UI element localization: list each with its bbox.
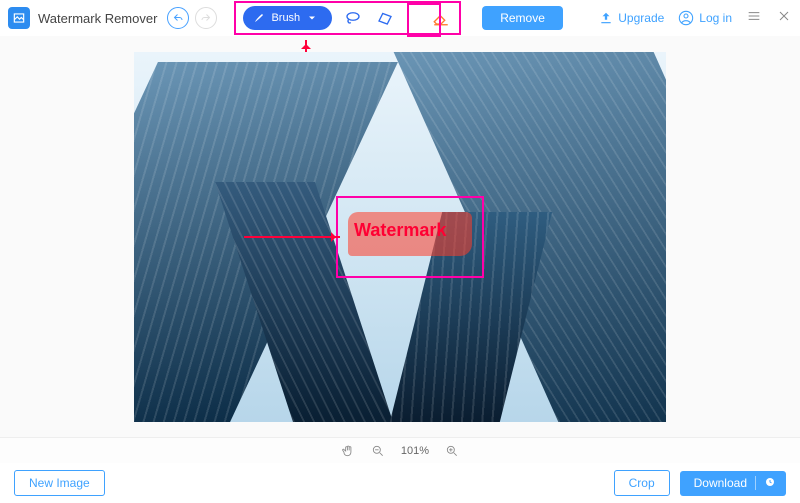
polygon-icon	[376, 9, 394, 27]
zoom-in-button[interactable]	[445, 444, 459, 458]
polygon-tool-button[interactable]	[374, 7, 396, 29]
brush-icon	[253, 12, 265, 24]
zoom-bar: 101%	[0, 437, 800, 463]
app-logo	[8, 7, 30, 29]
login-link[interactable]: Log in	[678, 10, 732, 26]
redo-button[interactable]	[195, 7, 217, 29]
upload-icon	[599, 11, 613, 25]
upgrade-label: Upgrade	[618, 11, 664, 25]
clock-icon	[764, 476, 776, 488]
close-window-button[interactable]	[776, 8, 792, 29]
eraser-icon	[432, 9, 450, 27]
image-canvas[interactable]: Watermark	[134, 52, 666, 422]
eraser-tool-button[interactable]	[430, 7, 452, 29]
annotation-watermark-box	[336, 196, 484, 278]
remove-button[interactable]: Remove	[482, 6, 563, 30]
brush-tool-button[interactable]: Brush	[243, 6, 332, 30]
zoom-value: 101%	[401, 445, 429, 457]
download-dropdown-toggle[interactable]	[764, 476, 776, 491]
annotation-arrow-to-watermark	[244, 236, 340, 238]
hand-icon	[341, 444, 355, 458]
app-title: Watermark Remover	[38, 11, 157, 26]
zoom-out-icon	[371, 444, 385, 458]
crop-button[interactable]: Crop	[614, 470, 670, 496]
zoom-out-button[interactable]	[371, 444, 385, 458]
user-icon	[678, 10, 694, 26]
lasso-tool-button[interactable]	[342, 7, 364, 29]
download-button[interactable]: Download	[680, 471, 786, 496]
chevron-down-icon	[306, 12, 318, 24]
menu-button[interactable]	[746, 8, 762, 29]
upgrade-link[interactable]: Upgrade	[599, 11, 664, 25]
zoom-in-icon	[445, 444, 459, 458]
brush-label: Brush	[271, 12, 300, 24]
lasso-icon	[344, 9, 362, 27]
login-label: Log in	[699, 11, 732, 25]
hamburger-icon	[746, 8, 762, 24]
undo-button[interactable]	[167, 7, 189, 29]
close-icon	[776, 8, 792, 24]
pan-hand-button[interactable]	[341, 444, 355, 458]
new-image-button[interactable]: New Image	[14, 470, 105, 496]
download-label: Download	[694, 476, 747, 490]
download-split-divider	[755, 476, 756, 490]
